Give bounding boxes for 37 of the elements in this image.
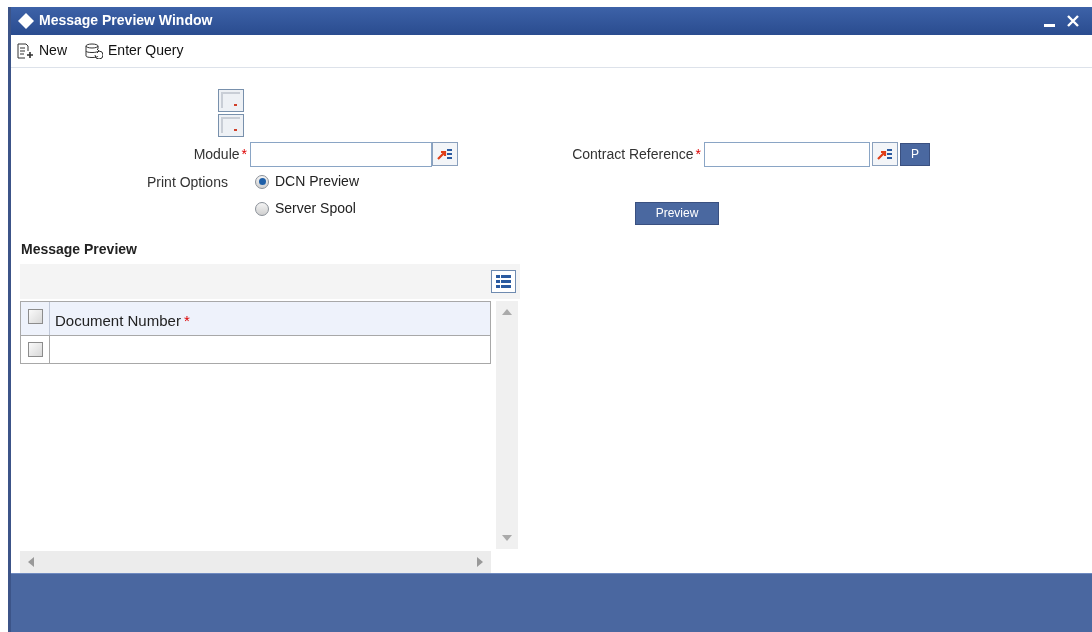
document-icon-button[interactable] bbox=[218, 114, 244, 137]
required-mark: * bbox=[241, 145, 247, 164]
list-view-button[interactable] bbox=[491, 270, 516, 293]
document-icon-button[interactable] bbox=[218, 89, 244, 112]
print-options-label: Print Options bbox=[147, 173, 229, 192]
enter-query-button[interactable]: Enter Query bbox=[85, 40, 184, 62]
lookup-icon bbox=[437, 147, 453, 162]
scroll-up-icon bbox=[502, 309, 512, 315]
list-icon bbox=[495, 274, 512, 289]
lookup-icon bbox=[877, 147, 893, 162]
new-button[interactable]: New bbox=[17, 40, 67, 62]
lookup-button[interactable] bbox=[432, 142, 458, 167]
checkbox[interactable] bbox=[27, 342, 43, 357]
module-input[interactable] bbox=[250, 142, 432, 167]
scroll-right-icon bbox=[477, 557, 483, 567]
close-icon bbox=[1066, 13, 1080, 28]
required-mark: * bbox=[695, 145, 701, 164]
minimize-icon bbox=[1043, 23, 1055, 27]
column-header: Document Number * bbox=[54, 311, 190, 332]
database-icon bbox=[85, 42, 103, 59]
section-title: Message Preview bbox=[20, 240, 138, 259]
scroll-left-icon bbox=[28, 557, 34, 567]
new-document-icon bbox=[17, 42, 34, 59]
radio-option[interactable]: Server Spool bbox=[255, 198, 359, 220]
diamond-icon bbox=[17, 11, 35, 30]
document-icon bbox=[221, 92, 241, 109]
field-label: Contract Reference bbox=[572, 145, 694, 164]
document-icon bbox=[221, 117, 241, 134]
window-title: Message Preview Window bbox=[39, 11, 213, 31]
radio-option[interactable]: DCN Preview bbox=[255, 171, 359, 193]
field-label: Module bbox=[193, 145, 240, 164]
checkbox[interactable] bbox=[27, 309, 43, 324]
lookup-button[interactable] bbox=[872, 142, 898, 167]
contract-reference-input[interactable] bbox=[704, 142, 870, 167]
p-button[interactable]: P bbox=[900, 143, 930, 166]
preview-button[interactable]: Preview bbox=[635, 202, 719, 225]
scroll-down-icon bbox=[502, 535, 512, 541]
